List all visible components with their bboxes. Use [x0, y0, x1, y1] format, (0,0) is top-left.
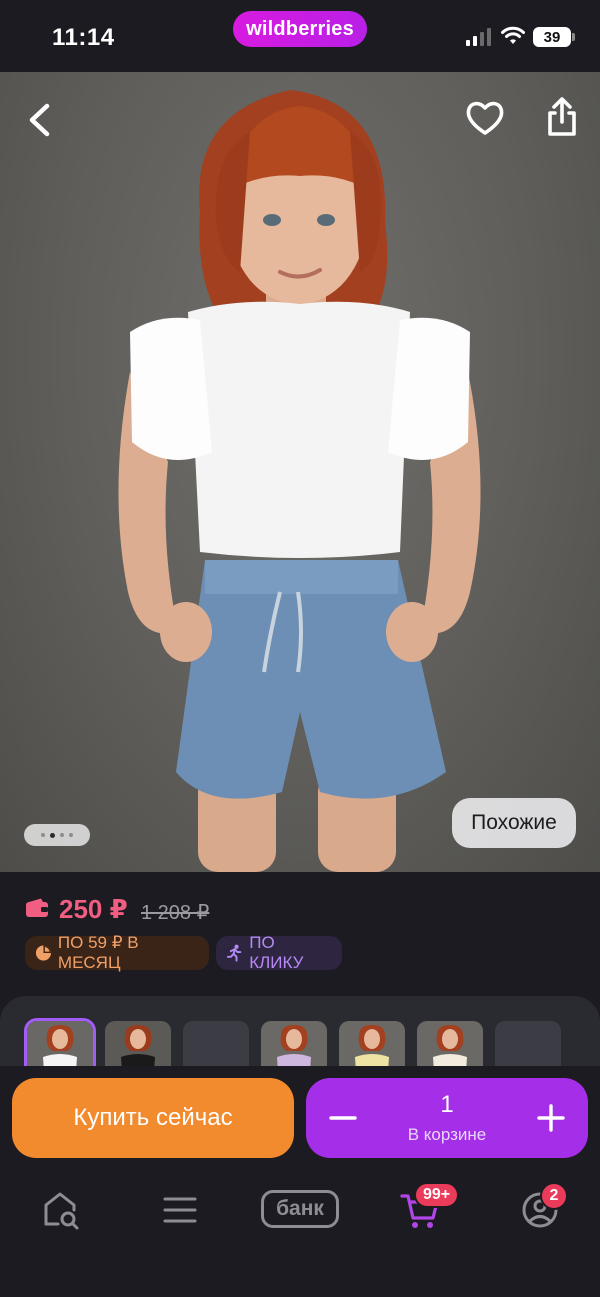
wifi-icon	[501, 26, 525, 44]
one-click-label: ПО КЛИКУ	[249, 933, 304, 972]
heart-icon[interactable]	[464, 98, 506, 138]
product-photo[interactable]: Похожие	[0, 72, 600, 872]
share-icon[interactable]	[543, 96, 581, 138]
price-card: 250 ₽ 1 208 ₽ ПО 59 ₽ В МЕСЯЦ ПО КЛИКУ	[0, 872, 600, 988]
pager-dot	[41, 833, 45, 837]
menu-icon[interactable]	[158, 1188, 202, 1232]
one-click-badge[interactable]: ПО КЛИКУ	[216, 933, 342, 972]
status-time: 11:14	[52, 24, 115, 51]
signal-icon	[466, 28, 491, 46]
similar-button[interactable]: Похожие	[452, 798, 576, 848]
plus-icon[interactable]	[536, 1098, 566, 1138]
buy-now-button[interactable]: Купить сейчас	[12, 1078, 294, 1158]
product-image	[118, 90, 481, 872]
installment-badge[interactable]: ПО 59 ₽ В МЕСЯЦ	[25, 933, 209, 972]
battery-indicator: 39	[533, 27, 575, 47]
image-pager-dots	[24, 824, 90, 846]
cart-quantity-control: 1 В корзине	[306, 1078, 588, 1158]
bank-tab[interactable]: банк	[261, 1190, 339, 1228]
pager-dot	[60, 833, 64, 837]
home-search-icon[interactable]	[40, 1188, 84, 1232]
installment-label: ПО 59 ₽ В МЕСЯЦ	[57, 933, 139, 972]
back-icon[interactable]	[22, 100, 58, 140]
old-price: 1 208 ₽	[141, 902, 210, 924]
runner-icon	[226, 944, 242, 962]
status-bar: 11:14 wildberries 39	[0, 0, 600, 72]
purchase-action-bar: Купить сейчас 1 В корзине	[0, 1066, 600, 1170]
pager-dot-active	[50, 832, 55, 838]
pie-icon	[35, 945, 51, 961]
cart-count-badge: 99+	[414, 1182, 460, 1208]
brand-logo: wildberries	[233, 11, 367, 47]
notifications-badge: 2	[540, 1182, 568, 1210]
pager-dot	[69, 833, 73, 837]
variant-thumbnails	[0, 996, 600, 1076]
wallet-icon	[26, 898, 48, 917]
bottom-navigation: банк 99+ 2	[0, 1170, 600, 1297]
current-price: 250 ₽	[59, 894, 128, 924]
